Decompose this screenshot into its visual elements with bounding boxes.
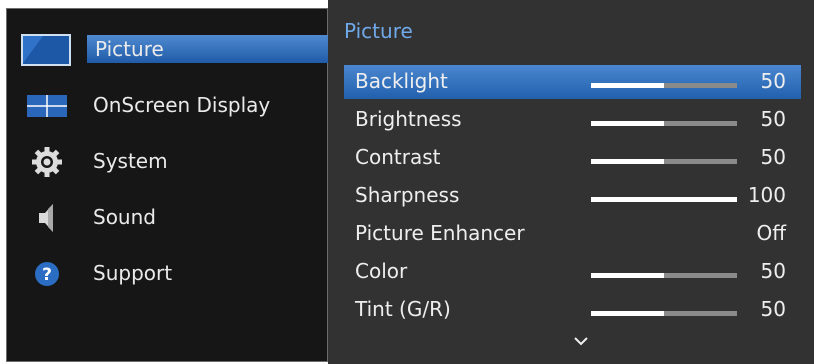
setting-label: Contrast xyxy=(355,145,441,169)
setting-value: 50 xyxy=(760,107,786,131)
gear-icon xyxy=(32,147,62,177)
menu-item-sound[interactable]: Sound xyxy=(7,197,327,237)
setting-value: 50 xyxy=(760,145,786,169)
setting-label: Color xyxy=(355,259,408,283)
menu-item-label: System xyxy=(93,149,168,173)
menu-item-support[interactable]: ? Support xyxy=(7,253,327,293)
main-menu: Picture OnScreen Display System Sound ? … xyxy=(6,8,335,362)
slider-bar[interactable] xyxy=(591,197,737,202)
setting-label: Backlight xyxy=(355,69,448,93)
slider-bar[interactable] xyxy=(591,273,737,278)
setting-value: 100 xyxy=(747,183,786,207)
menu-item-onscreen-display[interactable]: OnScreen Display xyxy=(7,85,327,125)
setting-label: Picture Enhancer xyxy=(355,221,525,245)
setting-label: Brightness xyxy=(355,107,462,131)
question-icon: ? xyxy=(35,262,59,286)
picture-icon xyxy=(21,34,71,66)
setting-label: Tint (G/R) xyxy=(355,297,451,321)
setting-value: 50 xyxy=(760,259,786,283)
setting-value: 50 xyxy=(760,297,786,321)
menu-item-label: Support xyxy=(93,261,173,285)
menu-item-label: Sound xyxy=(93,205,156,229)
menu-item-label: Picture xyxy=(87,35,335,63)
speaker-icon xyxy=(39,204,53,232)
setting-color[interactable]: Color 50 xyxy=(344,255,801,289)
setting-brightness[interactable]: Brightness 50 xyxy=(344,103,801,137)
menu-item-label: OnScreen Display xyxy=(93,93,271,117)
panel-title: Picture xyxy=(344,19,413,43)
slider-bar[interactable] xyxy=(591,311,737,316)
svg-text:?: ? xyxy=(42,265,52,285)
menu-item-system[interactable]: System xyxy=(7,141,327,181)
setting-value: Off xyxy=(756,221,786,245)
setting-backlight[interactable]: Backlight 50 xyxy=(344,65,801,99)
setting-tint[interactable]: Tint (G/R) 50 xyxy=(344,293,801,327)
setting-label: Sharpness xyxy=(355,183,460,207)
slider-bar[interactable] xyxy=(591,159,737,164)
chevron-down-icon[interactable] xyxy=(574,334,588,348)
picture-settings-panel: Picture Backlight 50 Brightness 50 Contr… xyxy=(328,0,814,364)
setting-sharpness[interactable]: Sharpness 100 xyxy=(344,179,801,213)
onscreen-display-icon xyxy=(27,95,67,117)
setting-value: 50 xyxy=(760,69,786,93)
menu-item-picture[interactable]: Picture xyxy=(7,29,335,69)
slider-bar[interactable] xyxy=(591,83,737,88)
setting-contrast[interactable]: Contrast 50 xyxy=(344,141,801,175)
slider-bar[interactable] xyxy=(591,121,737,126)
setting-picture-enhancer[interactable]: Picture Enhancer Off xyxy=(344,217,801,251)
